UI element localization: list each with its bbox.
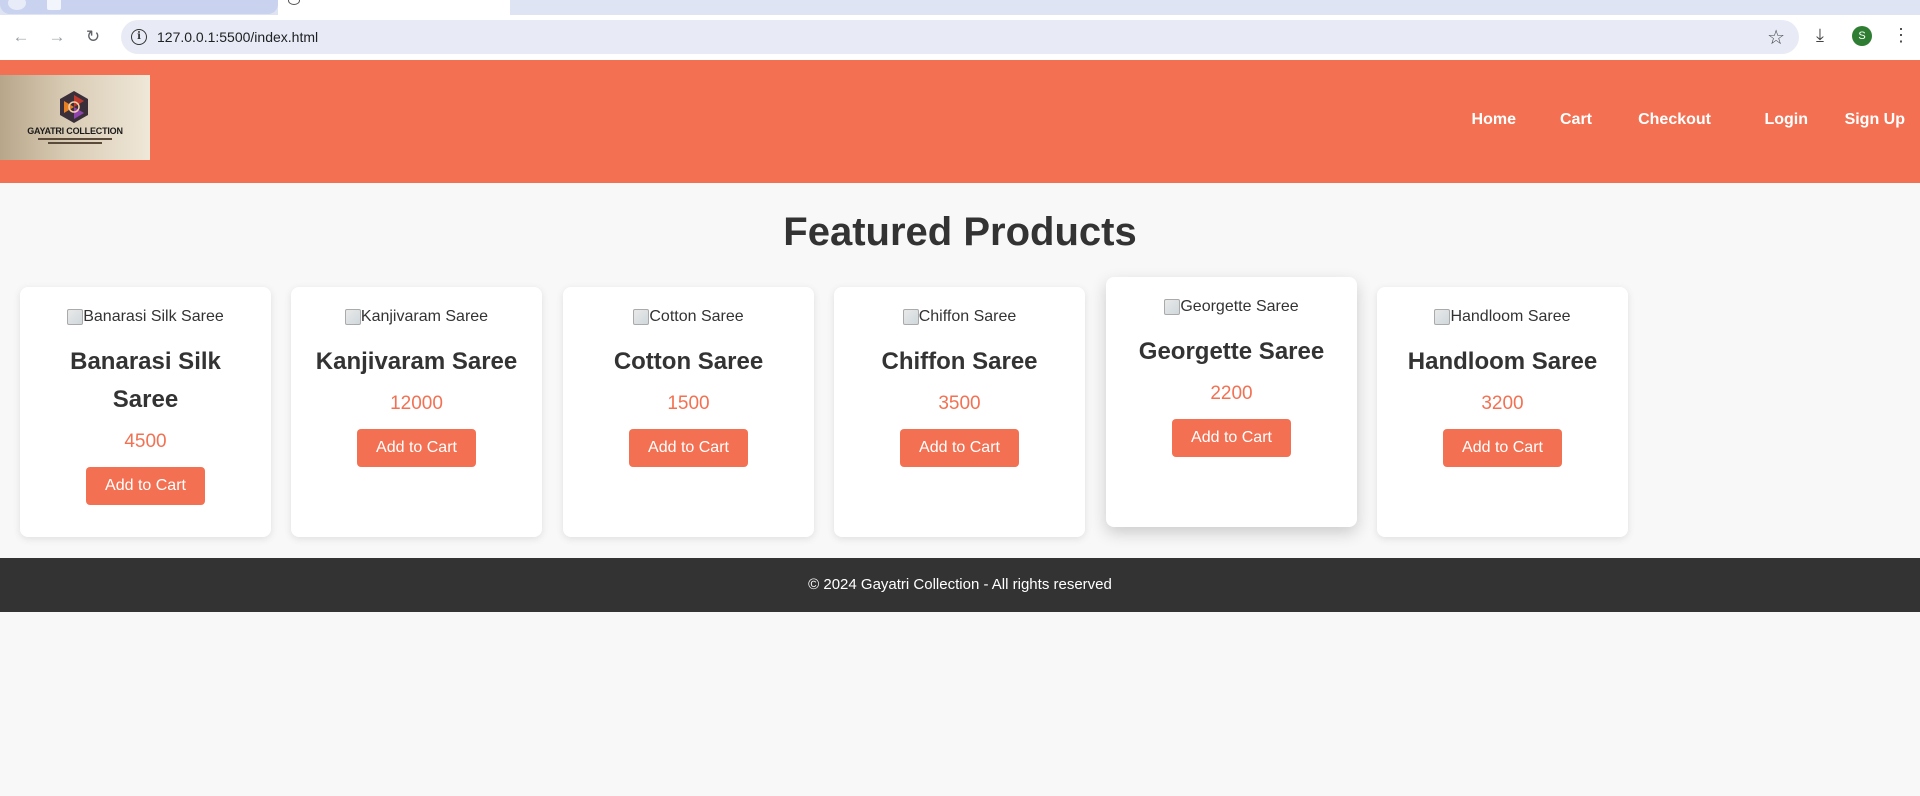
product-price: 3200 — [1481, 393, 1524, 414]
product-image-alt: Chiffon Saree — [918, 308, 1017, 325]
download-icon[interactable]: ⤓ — [1816, 25, 1824, 46]
tab-page-icon — [47, 0, 61, 10]
page-title: Featured Products — [783, 210, 1137, 254]
broken-image-icon — [902, 309, 919, 325]
site-header: GAYATRI COLLECTION Home Cart Checkout Lo… — [0, 60, 1920, 183]
browser-tabstrip — [0, 0, 1920, 15]
product-image: Chiffon Saree — [902, 307, 1017, 327]
product-price: 4500 — [124, 431, 167, 452]
broken-image-icon — [633, 309, 650, 325]
product-image-alt: Kanjivaram Saree — [360, 308, 489, 325]
address-url[interactable]: 127.0.0.1:5500/index.html — [157, 29, 318, 45]
browser-toolbar: ← → ↻ i 127.0.0.1:5500/index.html ☆ ⤓ S … — [0, 15, 1920, 60]
product-price: 1500 — [667, 393, 710, 414]
product-image: Kanjivaram Saree — [344, 307, 489, 327]
logo-tagline-line — [38, 138, 112, 140]
nav-home[interactable]: Home — [1472, 111, 1516, 129]
add-to-cart-button[interactable]: Add to Cart — [629, 429, 748, 467]
nav-sign-up[interactable]: Sign Up — [1845, 111, 1905, 129]
add-to-cart-button[interactable]: Add to Cart — [900, 429, 1019, 467]
product-image-alt: Georgette Saree — [1180, 298, 1299, 315]
logo-emblem-icon — [60, 91, 88, 123]
site-logo[interactable]: GAYATRI COLLECTION — [0, 75, 150, 160]
product-image: Georgette Saree — [1164, 297, 1299, 317]
product-card: Banarasi Silk Saree Banarasi Silk Saree … — [20, 287, 271, 537]
site-info-icon[interactable]: i — [131, 29, 147, 45]
back-arrow-icon[interactable]: ← — [8, 24, 34, 50]
tab-globe-icon — [288, 0, 300, 5]
browser-tab-inactive[interactable] — [0, 0, 278, 14]
logo-tagline-line — [48, 142, 102, 144]
product-image: Cotton Saree — [633, 307, 744, 327]
product-name: Cotton Saree — [613, 348, 764, 375]
site-footer: © 2024 Gayatri Collection - All rights r… — [0, 558, 1920, 612]
product-image-alt: Cotton Saree — [649, 308, 744, 325]
broken-image-icon — [1434, 309, 1451, 325]
logo-name: GAYATRI COLLECTION — [27, 126, 123, 136]
menu-kebab-icon[interactable]: ⋮ — [1892, 25, 1910, 46]
product-price: 2200 — [1210, 383, 1253, 404]
product-image-alt: Handloom Saree — [1450, 308, 1571, 325]
nav-checkout[interactable]: Checkout — [1638, 111, 1711, 129]
add-to-cart-button[interactable]: Add to Cart — [86, 467, 205, 505]
product-card: Kanjivaram Saree Kanjivaram Saree 12000 … — [291, 287, 542, 537]
product-card: Chiffon Saree Chiffon Saree 3500 Add to … — [834, 287, 1085, 537]
profile-avatar[interactable]: S — [1852, 26, 1872, 46]
product-card: Cotton Saree Cotton Saree 1500 Add to Ca… — [563, 287, 814, 537]
product-image-alt: Banarasi Silk Saree — [83, 308, 224, 325]
browser-tab-active[interactable] — [278, 0, 510, 15]
broken-image-icon — [1164, 299, 1181, 315]
product-name: Chiffon Saree — [881, 348, 1038, 375]
broken-image-icon — [344, 309, 361, 325]
tab-favicon-icon — [8, 0, 26, 10]
product-price: 12000 — [390, 393, 443, 414]
product-image: Banarasi Silk Saree — [67, 307, 224, 327]
product-card: Georgette Saree Georgette Saree 2200 Add… — [1106, 277, 1357, 527]
product-name: Kanjivaram Saree — [315, 348, 518, 375]
broken-image-icon — [67, 309, 84, 325]
product-name: Banarasi Silk Saree — [70, 348, 221, 413]
product-name: Georgette Saree — [1138, 338, 1325, 365]
nav-cart[interactable]: Cart — [1560, 111, 1592, 129]
product-image: Handloom Saree — [1434, 307, 1571, 327]
product-price: 3500 — [938, 393, 981, 414]
product-name: Handloom Saree — [1407, 348, 1598, 375]
address-bar[interactable]: i 127.0.0.1:5500/index.html ☆ — [121, 20, 1799, 54]
forward-arrow-icon[interactable]: → — [44, 24, 70, 50]
add-to-cart-button[interactable]: Add to Cart — [357, 429, 476, 467]
nav-login[interactable]: Login — [1764, 111, 1808, 129]
bookmark-star-icon[interactable]: ☆ — [1767, 25, 1785, 50]
add-to-cart-button[interactable]: Add to Cart — [1172, 419, 1291, 457]
add-to-cart-button[interactable]: Add to Cart — [1443, 429, 1562, 467]
product-card: Handloom Saree Handloom Saree 3200 Add t… — [1377, 287, 1628, 537]
footer-copyright: © 2024 Gayatri Collection - All rights r… — [808, 576, 1112, 593]
reload-icon[interactable]: ↻ — [80, 24, 106, 50]
